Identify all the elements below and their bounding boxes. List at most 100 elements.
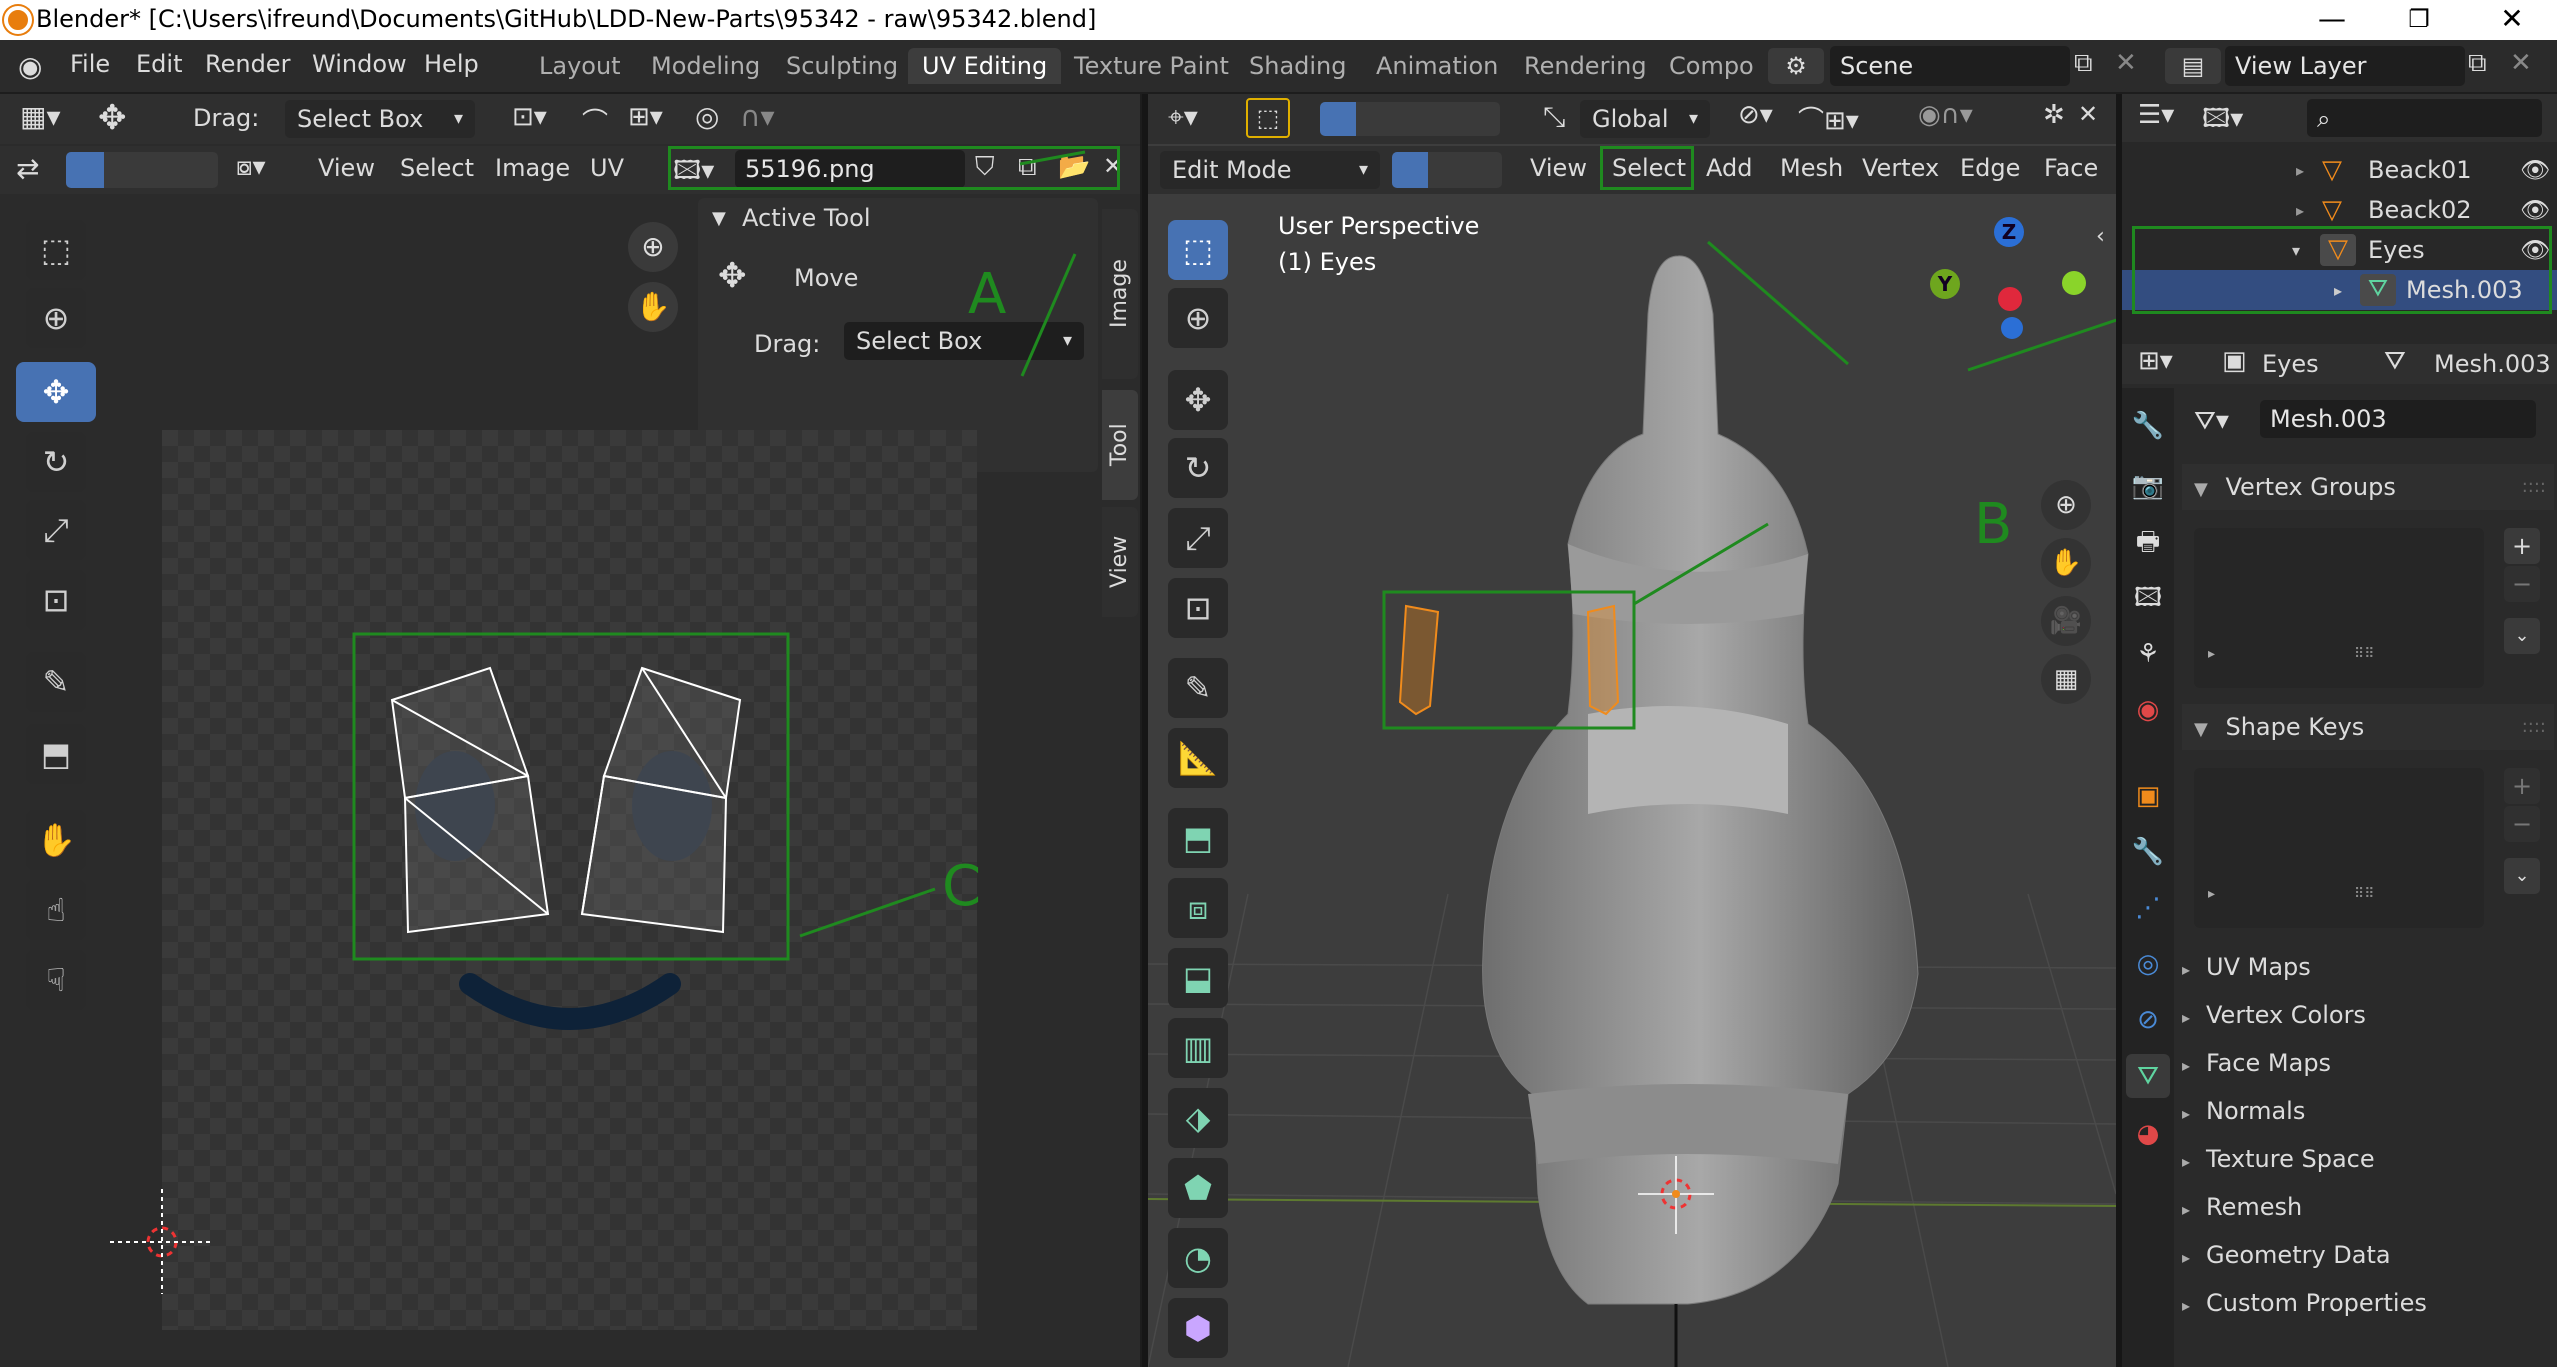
eye-right-selected[interactable] — [1586, 604, 1620, 716]
ortho-toggle-icon[interactable]: ▦ — [2041, 654, 2091, 704]
vp-tool-smooth-icon[interactable]: ⬢ — [1168, 1298, 1228, 1358]
vp-tool-scale-icon[interactable]: ⤢ — [1168, 508, 1228, 568]
world-tab-icon[interactable]: ◉ — [2130, 692, 2166, 728]
navigation-gizmo[interactable]: Z Y — [1928, 209, 2086, 339]
scene-field[interactable]: Scene — [1830, 46, 2070, 86]
modifier-tab-icon[interactable]: 🔧 — [2130, 834, 2166, 870]
tab-shading[interactable]: Shading — [1235, 48, 1361, 84]
scene-tab-icon[interactable]: ⚘ — [2130, 636, 2166, 672]
vp-tool-extrude-icon[interactable]: ⬒ — [1168, 808, 1228, 868]
section-geometry-data[interactable]: ▸ Geometry Data — [2182, 1232, 2542, 1278]
section-shape-keys[interactable]: ▼ Shape Keys :::: — [2182, 704, 2554, 750]
section-texture-space[interactable]: ▸ Texture Space — [2182, 1136, 2542, 1182]
vp-tool-loopcut-icon[interactable]: ▥ — [1168, 1018, 1228, 1078]
vp-tool-polybuild-icon[interactable]: ⬟ — [1168, 1158, 1228, 1218]
vp-menu-face[interactable]: Face — [2044, 154, 2098, 182]
camera-view-icon[interactable]: 🎥 — [2041, 596, 2091, 646]
viewport-close-icon[interactable]: ✕ — [2078, 100, 2098, 128]
pivot-point-icon[interactable]: ⊘▾ — [1738, 100, 1773, 130]
gizmo-y-icon[interactable]: Y — [1930, 269, 1960, 299]
section-face-maps[interactable]: ▸ Face Maps — [2182, 1040, 2542, 1086]
vertex-groups-list[interactable]: ▸ ⠿⠿ — [2194, 528, 2484, 688]
scene-selector-icon[interactable]: ⚙ — [1768, 48, 1824, 84]
menu-render[interactable]: Render — [205, 50, 290, 78]
constraints-tab-icon[interactable]: ⊘ — [2130, 1002, 2166, 1038]
tab-layout[interactable]: Layout — [525, 48, 635, 84]
tab-sculpting[interactable]: Sculpting — [772, 48, 912, 84]
shape-keys-list[interactable]: ▸ ⠿⠿ — [2194, 768, 2484, 928]
menu-edit[interactable]: Edit — [136, 50, 182, 78]
add-vertex-group-icon[interactable]: + — [2504, 528, 2540, 564]
vp-tool-cursor-icon[interactable]: ⊕ — [1168, 288, 1228, 348]
options-icon[interactable]: ✲ — [2043, 100, 2065, 130]
mesh-select-mode-buttons[interactable] — [1392, 152, 1502, 188]
tab-texture-paint[interactable]: Texture Paint — [1060, 48, 1243, 84]
view-layer-field[interactable]: View Layer — [2225, 46, 2465, 86]
tab-uv-editing[interactable]: UV Editing — [908, 48, 1062, 84]
menu-file[interactable]: File — [70, 50, 110, 78]
vp-menu-view[interactable]: View — [1530, 154, 1587, 182]
menu-window[interactable]: Window — [312, 50, 407, 78]
vp-tool-rotate-icon[interactable]: ↻ — [1168, 438, 1228, 498]
visibility-eye-icon[interactable]: 👁 — [2520, 196, 2550, 224]
tab-compositing[interactable]: Compo — [1655, 48, 1768, 84]
orientation-select[interactable]: Global ▾ — [1580, 100, 1710, 138]
tab-rendering[interactable]: Rendering — [1510, 48, 1661, 84]
vp-tool-bevel-icon[interactable]: ⬓ — [1168, 948, 1228, 1008]
gizmo-neg-z-icon[interactable] — [2001, 317, 2023, 339]
set-selection-icon[interactable] — [1320, 102, 1356, 136]
select-tool-icon[interactable]: ⬚ — [1246, 98, 1290, 138]
vp-zoom-icon[interactable]: ⊕ — [2041, 480, 2091, 530]
vp-tool-move-icon[interactable]: ✥ — [1168, 370, 1228, 430]
output-tab-icon[interactable]: 🖶 — [2130, 524, 2166, 560]
display-mode-icon[interactable]: 🖾▾ — [2202, 100, 2243, 144]
outliner-editor-type-icon[interactable]: ☰▾ — [2138, 100, 2174, 130]
close-button[interactable]: ✕ — [2480, 0, 2544, 40]
outliner-item[interactable]: ▸ ▽ Beack02 👁 — [2122, 190, 2557, 230]
vp-tool-knife-icon[interactable]: ⬗ — [1168, 1088, 1228, 1148]
outliner-item[interactable]: ▸ ▽ Beack01 👁 — [2122, 150, 2557, 190]
material-tab-icon[interactable]: ◕ — [2130, 1116, 2166, 1152]
vp-pan-icon[interactable]: ✋ — [2041, 538, 2091, 588]
vp-menu-add[interactable]: Add — [1706, 154, 1752, 182]
new-scene-icon[interactable]: ⧉ — [2074, 48, 2093, 79]
blender-menu-icon[interactable]: ◉ — [18, 50, 42, 83]
view-layer-icon[interactable]: ▤ — [2165, 48, 2221, 84]
eye-left-selected[interactable] — [1398, 604, 1440, 716]
viewport-proportional-icon[interactable]: ◉∩▾ — [1918, 100, 1973, 130]
gizmo-x-icon[interactable] — [1998, 287, 2022, 311]
gizmo-neg-y-icon[interactable] — [2062, 271, 2086, 295]
object-tab-icon[interactable]: ▣ — [2130, 778, 2166, 814]
view-layer-tab-icon[interactable]: 🖾 — [2130, 580, 2166, 616]
vp-tool-inset-icon[interactable]: ⧈ — [1168, 878, 1228, 938]
viewport-editor-type-icon[interactable]: ⌖▾ — [1168, 100, 1198, 134]
vp-tool-select-icon[interactable]: ⬚ — [1168, 220, 1228, 280]
mode-select[interactable]: Edit Mode ▾ — [1160, 151, 1380, 189]
vp-tool-spin-icon[interactable]: ◔ — [1168, 1228, 1228, 1288]
vp-menu-vertex[interactable]: Vertex — [1862, 154, 1939, 182]
properties-editor-type-icon[interactable]: ⊞▾ — [2138, 346, 2173, 376]
render-tab-icon[interactable]: 📷 — [2130, 468, 2166, 504]
vertex-group-menu-icon[interactable]: ⌄ — [2504, 618, 2540, 654]
section-remesh[interactable]: ▸ Remesh — [2182, 1184, 2542, 1230]
new-view-layer-icon[interactable]: ⧉ — [2468, 48, 2487, 79]
section-normals[interactable]: ▸ Normals — [2182, 1088, 2542, 1134]
uv-island-left[interactable] — [390, 666, 550, 934]
vp-tool-transform-icon[interactable]: ⊡ — [1168, 578, 1228, 638]
vp-menu-mesh[interactable]: Mesh — [1780, 154, 1843, 182]
sidebar-toggle-icon[interactable]: ‹ — [2096, 224, 2105, 249]
delete-scene-icon[interactable]: ✕ — [2115, 48, 2137, 78]
tab-modeling[interactable]: Modeling — [637, 48, 774, 84]
outliner-search-input[interactable]: ⌕ — [2307, 99, 2542, 137]
tool-settings-tab-icon[interactable]: 🔧 — [2130, 408, 2166, 444]
viewport-snap-icon[interactable]: ⌒⊞▾ — [1798, 100, 1859, 137]
delete-view-layer-icon[interactable]: ✕ — [2510, 48, 2532, 78]
mesh-data-tab-icon[interactable]: ⛛ — [2126, 1054, 2170, 1098]
remove-shape-key-icon[interactable]: − — [2504, 806, 2540, 842]
section-vertex-colors[interactable]: ▸ Vertex Colors — [2182, 992, 2542, 1038]
tab-animation[interactable]: Animation — [1362, 48, 1512, 84]
selection-mode-buttons[interactable] — [1320, 102, 1500, 136]
section-vertex-groups[interactable]: ▼ Vertex Groups :::: — [2182, 464, 2554, 510]
section-custom-properties[interactable]: ▸ Custom Properties — [2182, 1280, 2542, 1326]
physics-tab-icon[interactable]: ◎ — [2130, 946, 2166, 982]
